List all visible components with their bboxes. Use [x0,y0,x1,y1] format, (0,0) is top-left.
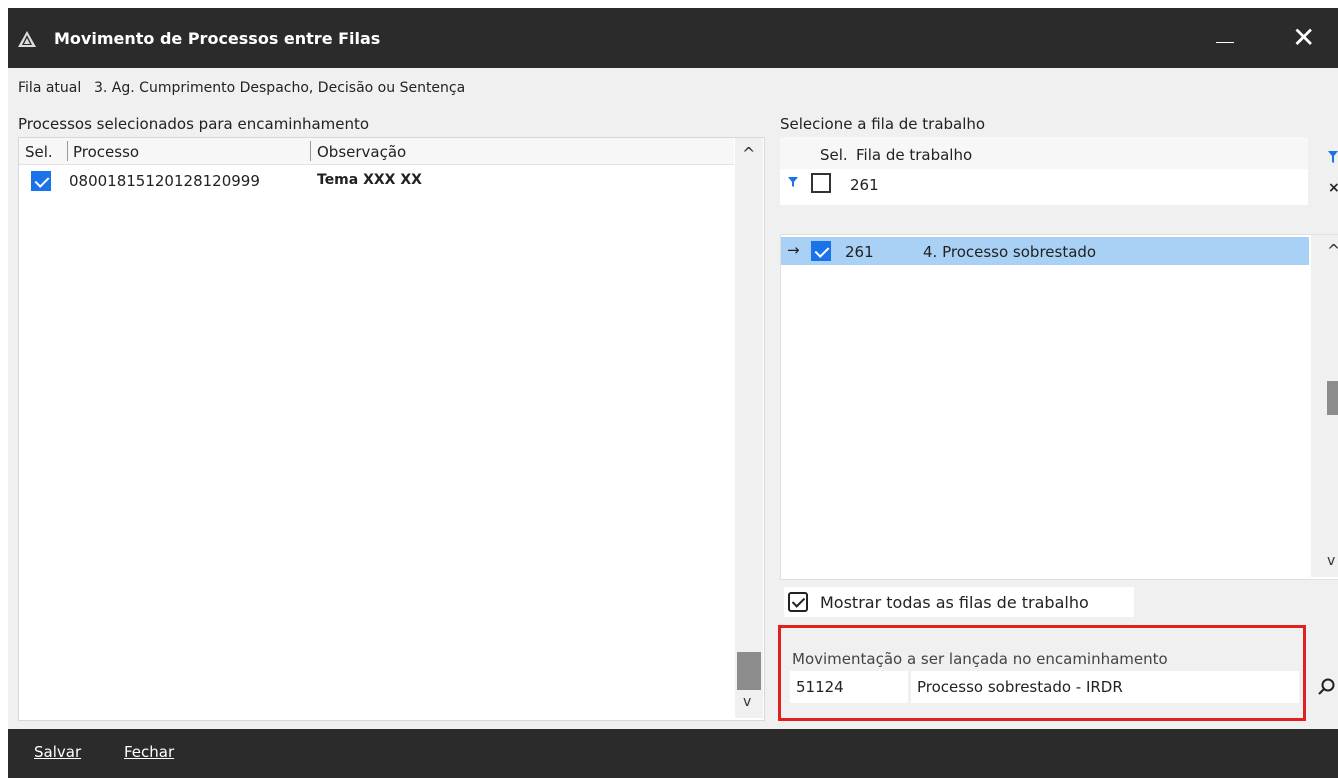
left-panel-title: Processos selecionados para encaminhamen… [18,115,370,133]
scroll-up-icon[interactable]: ^ [742,144,755,163]
scroll-down-icon[interactable]: v [743,694,751,710]
app-logo-icon [18,31,36,47]
column-header-observacao[interactable]: Observação [317,143,406,161]
selected-processes-grid: Sel. Processo Observação 080018151201281… [18,137,765,721]
queue-select-checkbox[interactable] [811,241,831,261]
table-row[interactable]: 08001815120128120999 Tema XXX XX [19,168,734,192]
right-panel-title: Selecione a fila de trabalho [780,115,986,133]
current-row-arrow-icon: → [787,241,800,259]
row-select-checkbox[interactable] [31,171,51,191]
current-queue-value: 3. Ag. Cumprimento Despacho, Decisão ou … [94,80,466,96]
filter-input[interactable]: 261 [850,176,879,194]
show-all-checkbox[interactable] [788,592,808,612]
title-bar[interactable]: Movimento de Processos entre Filas ✕ [8,8,1338,68]
grid-header: Sel. Processo Observação [19,138,734,165]
column-header-sel[interactable]: Sel. [25,143,53,161]
current-queue-label: Fila atual [18,80,82,96]
show-all-queues-toggle[interactable]: Mostrar todas as filas de trabalho [784,587,1134,617]
highlight-box [778,625,1306,721]
column-header-processo[interactable]: Processo [73,143,139,161]
minimize-icon[interactable] [1216,42,1234,43]
scrollbar-thumb[interactable] [737,652,761,690]
process-number: 08001815120128120999 [69,172,260,190]
show-all-label: Mostrar todas as filas de trabalho [820,593,1089,612]
footer-bar: Salvar Fechar [8,729,1338,778]
column-header-fila[interactable]: Fila de trabalho [856,146,972,164]
right-scrollbar-thumb[interactable] [1327,381,1338,415]
close-icon[interactable]: ✕ [1292,24,1315,52]
queue-list: → 261 4. Processo sobrestado ^ v [780,234,1338,580]
right-scroll-down-icon[interactable]: v [1327,553,1335,569]
search-icon[interactable] [1318,678,1336,696]
queue-grid-header: Sel. Fila de trabalho 261 [780,137,1308,205]
right-scrollbar[interactable]: ^ v [1311,235,1338,577]
left-scrollbar[interactable]: ^ v [735,138,763,718]
save-button[interactable]: Salvar [34,743,81,761]
column-header-sel[interactable]: Sel. [820,146,848,164]
process-observation: Tema XXX XX [317,172,422,188]
queue-code: 261 [845,243,874,261]
right-scroll-up-icon[interactable]: ^ [1327,241,1338,260]
queue-name: 4. Processo sobrestado [923,243,1097,261]
clear-filter-icon[interactable]: × [1328,180,1338,196]
close-button[interactable]: Fechar [124,743,174,761]
filter-select-checkbox[interactable] [811,173,831,193]
dialog-window: Movimento de Processos entre Filas ✕ Fil… [8,8,1338,778]
queue-row[interactable]: → 261 4. Processo sobrestado [781,237,1309,265]
filter-toggle-icon[interactable] [1328,151,1338,163]
filter-icon[interactable] [788,177,798,187]
window-title: Movimento de Processos entre Filas [54,29,381,48]
